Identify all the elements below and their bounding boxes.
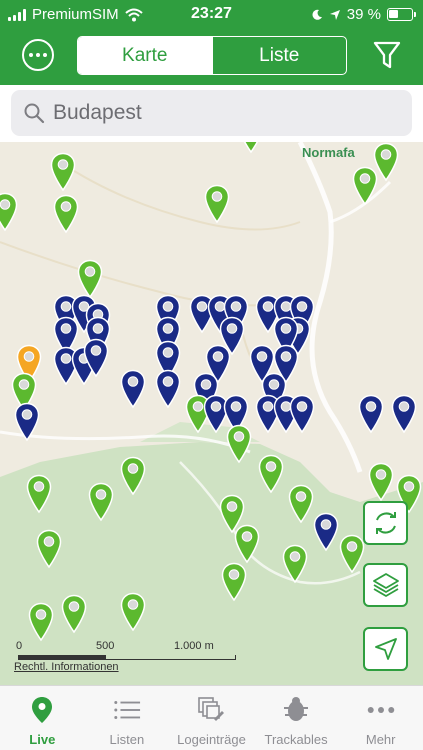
geocache-pin-green[interactable]: [258, 454, 284, 494]
tab-logs[interactable]: Logeinträge: [169, 686, 254, 750]
map-view[interactable]: Normafa 0 500 1.000 m Rechtl. Informatio…: [0, 142, 423, 685]
status-bar: PremiumSIM 23:27 39 %: [0, 0, 423, 28]
refresh-icon: [375, 512, 396, 534]
scale-tick-500: 500: [96, 640, 115, 652]
search-bar-container: Budapest: [0, 85, 423, 142]
segment-map[interactable]: Karte: [78, 37, 212, 74]
geocache-pin-blue[interactable]: [313, 512, 339, 552]
geocache-pin-green[interactable]: [288, 484, 314, 524]
geocache-pin-blue[interactable]: [391, 394, 417, 434]
tab-label-trackables: Trackables: [264, 732, 328, 747]
geocache-pin-green[interactable]: [50, 152, 76, 192]
geocache-pin-green[interactable]: [28, 602, 54, 642]
tab-label-live: Live: [29, 732, 56, 747]
locate-me-button[interactable]: [363, 627, 408, 671]
geocache-pin-green[interactable]: [26, 474, 52, 514]
list-icon: [114, 701, 140, 719]
legal-info-link[interactable]: Rechtl. Informationen: [14, 661, 119, 673]
tab-more[interactable]: Mehr: [338, 686, 423, 750]
search-icon: [24, 103, 45, 124]
geocache-pin-green[interactable]: [352, 166, 378, 206]
map-scale: 0 500 1.000 m: [14, 640, 244, 660]
tab-label-more: Mehr: [365, 732, 396, 747]
geocache-pin-green[interactable]: [120, 592, 146, 632]
trackable-icon: [284, 697, 309, 721]
tab-label-logs: Logeinträge: [177, 732, 246, 747]
geocache-pin-green[interactable]: [61, 594, 87, 634]
tab-lists[interactable]: Listen: [85, 686, 170, 750]
layers-icon: [372, 573, 399, 597]
view-segmented-control[interactable]: Karte Liste: [77, 36, 347, 75]
geocache-pin-green[interactable]: [36, 529, 62, 569]
geocache-pin-blue[interactable]: [83, 338, 109, 378]
geocache-pin-green[interactable]: [368, 462, 394, 502]
geocache-pin-green[interactable]: [282, 544, 308, 584]
geocache-pin-green[interactable]: [238, 142, 264, 154]
header-bar: PremiumSIM 23:27 39 % Karte Liste: [0, 0, 423, 85]
filter-icon[interactable]: [373, 40, 401, 70]
moon-icon: [312, 9, 322, 20]
app-screen: PremiumSIM 23:27 39 % Karte Liste Budape…: [0, 0, 423, 750]
geocache-pin-green[interactable]: [88, 482, 114, 522]
battery-percent: 39 %: [346, 6, 381, 23]
menu-button[interactable]: [22, 39, 54, 71]
more-dots-icon: [367, 707, 394, 713]
scale-tick-0: 0: [16, 640, 23, 652]
location-arrow-icon: [329, 9, 340, 20]
segment-list[interactable]: Liste: [211, 37, 347, 74]
geocache-pin-green[interactable]: [339, 534, 365, 574]
geocache-pin-green[interactable]: [226, 424, 252, 464]
geocache-pin-green[interactable]: [234, 524, 260, 564]
battery-icon: [387, 8, 416, 21]
geocache-pin-blue[interactable]: [14, 402, 40, 442]
geocache-pin-blue[interactable]: [358, 394, 384, 434]
scale-tick-1000: 1.000 m: [174, 640, 214, 652]
tab-live[interactable]: Live: [0, 686, 85, 750]
tab-bar: Live Listen Logeinträge Trackables Mehr: [0, 685, 423, 750]
more-icon: [29, 53, 33, 57]
geocache-pin-green[interactable]: [77, 259, 103, 299]
map-pin-icon: [32, 697, 53, 723]
tab-trackables[interactable]: Trackables: [254, 686, 339, 750]
search-input[interactable]: Budapest: [11, 90, 412, 136]
geocache-pin-blue[interactable]: [289, 394, 315, 434]
place-label: Normafa: [302, 145, 355, 160]
geocache-pin-blue[interactable]: [120, 369, 146, 409]
logs-icon: [198, 697, 225, 721]
layers-button[interactable]: [363, 563, 408, 607]
locate-icon: [374, 638, 397, 660]
search-value: Budapest: [53, 101, 142, 124]
tab-label-lists: Listen: [109, 732, 145, 747]
geocache-pin-green[interactable]: [120, 456, 146, 496]
geocache-pin-green[interactable]: [0, 192, 18, 232]
geocache-pin-green[interactable]: [204, 184, 230, 224]
refresh-button[interactable]: [363, 501, 408, 545]
geocache-pin-green[interactable]: [53, 194, 79, 234]
geocache-pin-blue[interactable]: [155, 369, 181, 409]
geocache-pin-green[interactable]: [221, 562, 247, 602]
